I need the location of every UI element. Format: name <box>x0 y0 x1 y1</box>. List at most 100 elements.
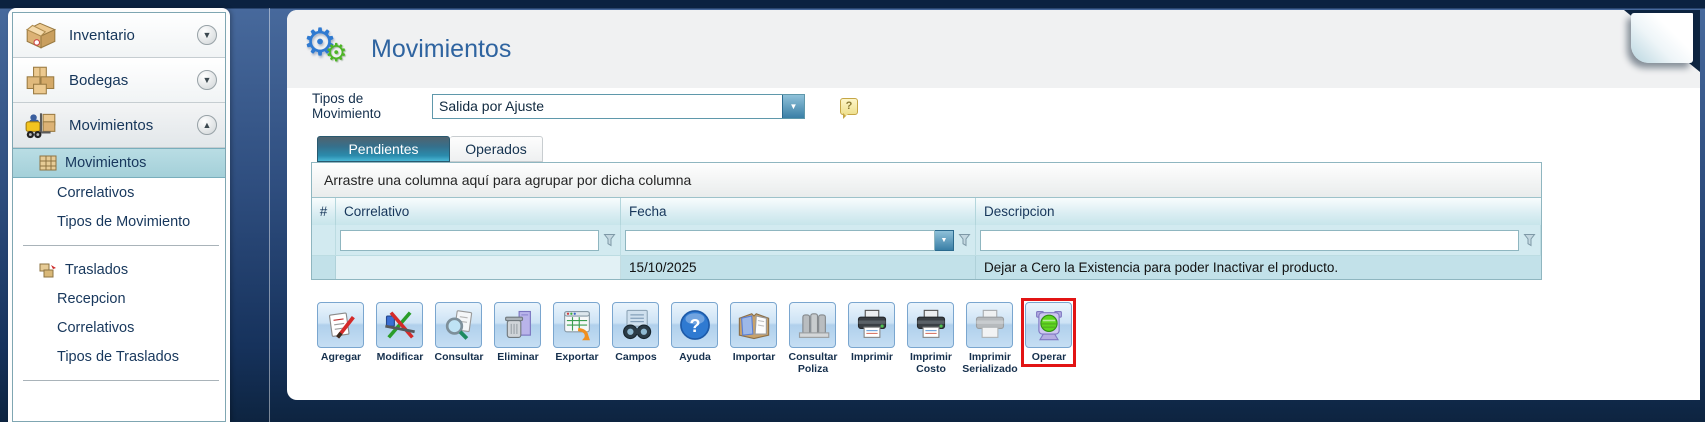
delete-trash-icon <box>500 307 536 343</box>
traffic-light-icon <box>1031 307 1067 343</box>
chevron-up-icon[interactable]: ▲ <box>197 115 217 135</box>
descripcion-filter-input[interactable] <box>980 230 1519 251</box>
column-header-descripcion[interactable]: Descripcion <box>976 198 1541 225</box>
importar-button[interactable]: Importar <box>730 302 777 363</box>
add-note-icon <box>323 307 359 343</box>
group-by-panel[interactable]: Arrastre una columna aquí para agrupar p… <box>312 163 1541 198</box>
grid-header-row: # Correlativo Fecha Descripcion <box>312 198 1541 225</box>
movement-type-value: Salida por Ajuste <box>433 98 782 114</box>
binoculars-list-icon <box>618 307 654 343</box>
sidebar-item-label: Traslados <box>65 262 128 278</box>
column-header-fecha[interactable]: Fecha <box>621 198 976 225</box>
app-window: Inventario ▼ Bodegas ▼ <box>0 0 1705 422</box>
sidebar-item-correlativos[interactable]: Correlativos <box>13 178 225 207</box>
gears-icon: ⚙ ⚙ <box>303 18 359 74</box>
chevron-down-icon[interactable]: ▼ <box>782 95 804 118</box>
sidebar-item-tipos-de-movimiento[interactable]: Tipos de Movimiento <box>13 207 225 236</box>
sidebar-section-label: Inventario <box>69 27 197 44</box>
ledger-binders-icon <box>795 307 831 343</box>
sidebar-item-label: Tipos de Movimiento <box>57 214 190 230</box>
page-curl-icon <box>1631 13 1693 63</box>
chevron-down-icon[interactable]: ▼ <box>197 70 217 90</box>
eliminar-button[interactable]: Eliminar <box>494 302 541 363</box>
sidebar-item-tipos-de-traslados[interactable]: Tipos de Traslados <box>13 342 225 371</box>
sidebar-item-label: Correlativos <box>57 185 134 201</box>
search-document-icon <box>441 307 477 343</box>
help-icon: ? <box>677 307 713 343</box>
column-header-num[interactable]: # <box>312 198 336 225</box>
page-title: Movimientos <box>371 35 511 64</box>
filter-funnel-icon[interactable] <box>1523 233 1536 247</box>
transfer-boxes-icon <box>39 262 57 278</box>
import-book-icon <box>736 307 772 343</box>
crate-icon <box>39 155 57 171</box>
filter-cell-correlativo <box>336 225 621 255</box>
page-title-block: ⚙ ⚙ Movimientos <box>303 18 511 74</box>
row-cell-correlativo[interactable] <box>336 256 621 279</box>
forklift-icon <box>23 108 59 142</box>
row-cell-num[interactable] <box>312 256 336 279</box>
movement-type-row: Tipos de Movimiento Salida por Ajuste ▼ … <box>312 91 858 121</box>
tab-bar: Pendientes Operados <box>317 136 543 162</box>
svg-text:?: ? <box>689 316 700 336</box>
tab-pendientes[interactable]: Pendientes <box>317 136 450 162</box>
sidebar-section-bodegas[interactable]: Bodegas ▼ <box>13 58 225 103</box>
sidebar-item-label: Tipos de Traslados <box>57 349 179 365</box>
grid-filter-row: ▼ <box>312 225 1541 256</box>
export-table-icon <box>559 307 595 343</box>
main-panel: ⚙ ⚙ Movimientos Tipos de Movimiento Sali… <box>287 10 1700 400</box>
edit-tools-icon <box>382 307 418 343</box>
chevron-down-icon[interactable]: ▼ <box>935 230 954 251</box>
fecha-filter-input[interactable] <box>625 230 935 251</box>
operar-button[interactable]: Operar <box>1025 302 1072 363</box>
correlativo-filter-input[interactable] <box>340 230 599 251</box>
sidebar-section-movimientos[interactable]: Movimientos ▲ <box>13 103 225 148</box>
sidebar-divider <box>23 380 219 381</box>
modificar-button[interactable]: Modificar <box>376 302 423 363</box>
sidebar-item-label: Correlativos <box>57 320 134 336</box>
sidebar-section-label: Movimientos <box>69 117 197 134</box>
sidebar-divider <box>23 245 219 246</box>
sidebar-item-recepcion[interactable]: Recepcion <box>13 284 225 313</box>
sidebar-item-label: Movimientos <box>65 155 146 171</box>
sidebar-item-traslados[interactable]: Traslados <box>13 255 225 284</box>
filter-funnel-icon[interactable] <box>603 233 616 247</box>
sidebar-accordion: Inventario ▼ Bodegas ▼ <box>12 12 226 422</box>
row-cell-descripcion[interactable]: Dejar a Cero la Existencia para poder In… <box>976 256 1541 279</box>
action-toolbar: Agregar Modificar <box>317 302 1072 375</box>
tab-operados[interactable]: Operados <box>450 136 543 162</box>
imprimir-serializado-button[interactable]: Imprimir Serializado <box>966 302 1013 375</box>
filter-funnel-icon[interactable] <box>958 233 971 247</box>
sidebar-item-correlativos-traslados[interactable]: Correlativos <box>13 313 225 342</box>
sidebar: Inventario ▼ Bodegas ▼ <box>8 8 230 422</box>
chevron-down-icon[interactable]: ▼ <box>197 25 217 45</box>
row-cell-fecha[interactable]: 15/10/2025 <box>621 256 976 279</box>
agregar-button[interactable]: Agregar <box>317 302 364 363</box>
ayuda-button[interactable]: ? Ayuda <box>671 302 718 363</box>
column-header-correlativo[interactable]: Correlativo <box>336 198 621 225</box>
consultar-button[interactable]: Consultar <box>435 302 482 363</box>
campos-button[interactable]: Campos <box>612 302 659 363</box>
sidebar-item-movimientos[interactable]: Movimientos <box>13 148 225 178</box>
printer-disabled-icon <box>972 307 1008 343</box>
printer-icon <box>913 307 949 343</box>
movements-grid: Arrastre una columna aquí para agrupar p… <box>311 162 1542 280</box>
panel-separator <box>269 8 270 422</box>
consultar-poliza-button[interactable]: Consultar Poliza <box>789 302 836 375</box>
sidebar-item-label: Recepcion <box>57 291 126 307</box>
movement-type-label: Tipos de Movimiento <box>312 91 432 121</box>
filter-cell-num <box>312 225 336 255</box>
filter-cell-fecha: ▼ <box>621 225 976 255</box>
imprimir-button[interactable]: Imprimir <box>848 302 895 363</box>
printer-icon <box>854 307 890 343</box>
sidebar-section-inventario[interactable]: Inventario ▼ <box>13 13 225 58</box>
gear-green-icon: ⚙ <box>325 38 347 68</box>
movement-type-select[interactable]: Salida por Ajuste ▼ <box>432 94 805 119</box>
help-tooltip-icon[interactable]: ? <box>840 98 858 115</box>
imprimir-costo-button[interactable]: Imprimir Costo <box>907 302 954 375</box>
filter-cell-descripcion <box>976 225 1541 255</box>
open-box-icon <box>23 18 59 52</box>
exportar-button[interactable]: Exportar <box>553 302 600 363</box>
sidebar-section-label: Bodegas <box>69 72 197 89</box>
table-row[interactable]: 15/10/2025 Dejar a Cero la Existencia pa… <box>312 256 1541 279</box>
